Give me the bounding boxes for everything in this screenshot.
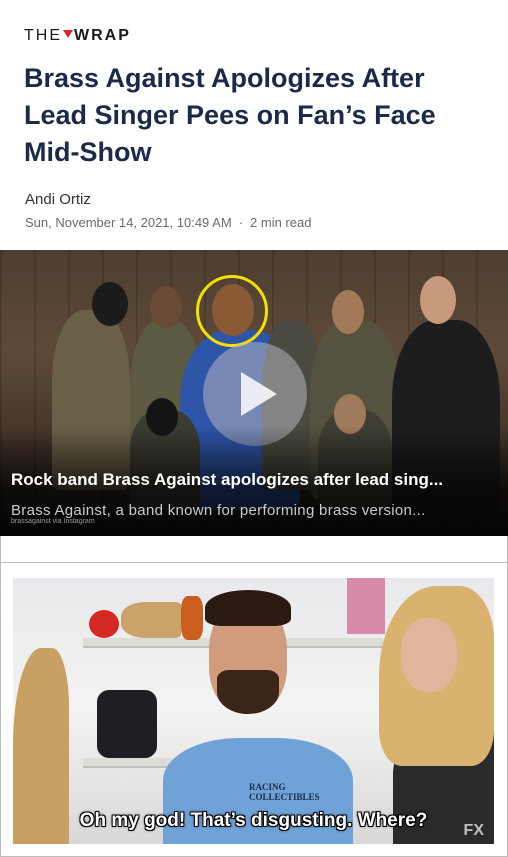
band-member-head: [420, 276, 456, 324]
shoes: [121, 602, 181, 638]
highlight-circle: [196, 275, 268, 347]
logo-wrap: WRAP: [74, 27, 131, 44]
band-member-head: [92, 282, 128, 326]
embedded-gif[interactable]: RACING COLLECTIBLES Oh my god! That’s di…: [13, 578, 494, 844]
article-headline: Brass Against Apologizes After Lead Sing…: [24, 63, 436, 167]
man-beard: [217, 670, 279, 714]
logo-the: THE: [24, 27, 62, 44]
gif-caption: Oh my god! That’s disgusting. Where?: [79, 810, 428, 831]
logo-wedge-icon: [63, 30, 73, 38]
handbag: [97, 690, 157, 758]
woman-face: [401, 618, 457, 692]
video-description: Brass Against, a band known for performi…: [11, 502, 426, 519]
video-player[interactable]: Rock band Brass Against apologizes after…: [0, 250, 508, 536]
section-divider: [0, 562, 508, 563]
pink-item: [347, 578, 385, 634]
band-member-head: [150, 286, 182, 328]
meta-separator: ·: [238, 215, 244, 230]
band-member-head: [332, 290, 364, 334]
red-vase: [89, 610, 119, 638]
publication-logo[interactable]: THE WRAP: [24, 27, 131, 45]
network-watermark: FX: [463, 822, 484, 839]
article-header: THE WRAP Brass Against Apologizes After …: [0, 0, 508, 250]
play-icon: [241, 372, 277, 416]
article-meta: Sun, November 14, 2021, 10:49 AM · 2 min r…: [25, 215, 311, 230]
article-author[interactable]: Andi Ortiz: [25, 191, 91, 208]
shirt-text: RACING COLLECTIBLES: [249, 782, 320, 802]
video-credit: brassagainst via Instagram: [11, 518, 95, 525]
video-title[interactable]: Rock band Brass Against apologizes after…: [11, 470, 497, 490]
article-read-time: 2 min read: [250, 215, 312, 230]
orange-vase: [181, 596, 203, 640]
article-date: Sun, November 14, 2021, 10:49 AM: [25, 215, 232, 230]
shirt-logo: RACING COLLECTIBLES: [197, 774, 320, 802]
man-hair: [205, 590, 291, 626]
